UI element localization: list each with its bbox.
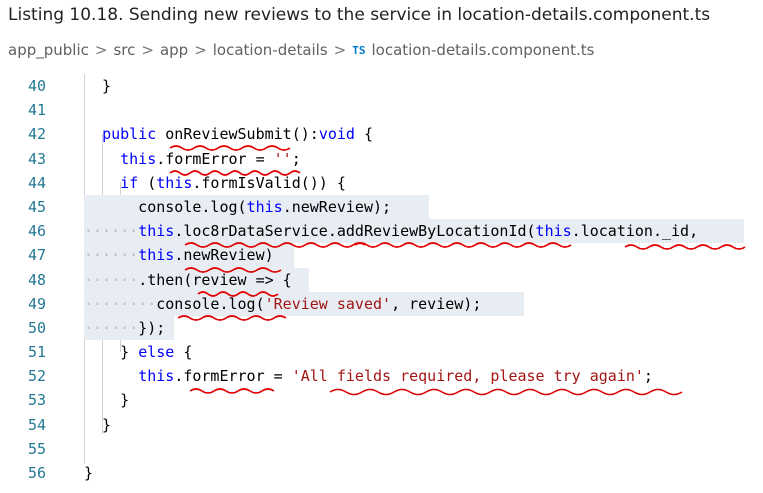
code-text: } xyxy=(84,464,94,482)
line-number: 42 xyxy=(27,125,46,144)
code-line: 42 public onReviewSubmit():void { xyxy=(0,122,763,146)
line-number: 55 xyxy=(27,439,46,458)
code-text: } xyxy=(84,77,112,95)
code-text: ········console.log('Review saved', revi… xyxy=(84,294,482,313)
code-text: ······.then(review => { xyxy=(84,270,292,289)
listing-caption: Listing 10.18. Sending new reviews to th… xyxy=(8,5,711,25)
code-line: 47 ······this.newReview) xyxy=(0,243,763,268)
line-number: 43 xyxy=(27,149,46,168)
code-text: ······this.newReview) xyxy=(84,246,274,265)
line-number: 41 xyxy=(27,101,46,120)
code-line: 50 ······}); xyxy=(0,315,763,341)
breadcrumb: app_public > src > app > location-detail… xyxy=(8,41,595,59)
line-number: 51 xyxy=(27,343,46,362)
code-line: 41 xyxy=(0,98,763,122)
line-number: 45 xyxy=(27,197,46,216)
code-text: public onReviewSubmit():void { xyxy=(102,125,373,144)
code-text: } else { xyxy=(84,343,193,362)
code-text: this.formError = 'All fields required, p… xyxy=(138,367,653,386)
code-line: 46 ······this.loc8rDataService.addReviewB… xyxy=(0,219,763,244)
code-line: 54 } xyxy=(0,413,763,437)
chevron-right-icon: > xyxy=(194,41,207,59)
breadcrumb-item-app[interactable]: app xyxy=(160,41,188,59)
typescript-file-icon: TS xyxy=(352,43,366,57)
code-line: 40 } xyxy=(0,74,763,98)
code-line: 51 } else { xyxy=(0,340,763,364)
chevron-right-icon: > xyxy=(94,41,108,59)
code-line: 56} xyxy=(0,461,763,485)
code-line: 55 xyxy=(0,437,763,461)
line-number: 52 xyxy=(27,367,46,386)
line-number: 49 xyxy=(27,294,46,313)
code-line: 43 this.formError = ''; xyxy=(0,147,763,171)
line-number: 40 xyxy=(27,77,46,95)
line-number: 44 xyxy=(27,173,46,192)
code-line: 44 if (this.formIsValid()) { xyxy=(0,171,763,195)
code-text: } xyxy=(84,391,130,410)
code-text: } xyxy=(84,415,112,434)
line-number: 46 xyxy=(27,222,46,241)
chevron-right-icon: > xyxy=(141,41,154,59)
code-text: if (this.formIsValid()) { xyxy=(120,173,346,192)
breadcrumb-item-location-details[interactable]: location-details xyxy=(213,41,328,59)
code-text: ······this.loc8rDataService.addReviewByL… xyxy=(84,222,699,241)
line-number: 56 xyxy=(27,464,46,482)
line-number: 48 xyxy=(27,270,46,289)
line-number: 47 xyxy=(27,246,46,265)
code-line: 48 ······.then(review => { xyxy=(0,267,763,292)
code-line: 45 console.log(this.newReview); xyxy=(0,194,763,220)
line-number: 53 xyxy=(27,391,46,410)
code-editor[interactable]: 40 } 41 42 public onReviewSubmit():void {4… xyxy=(0,74,763,485)
code-text: console.log(this.newReview); xyxy=(84,197,392,216)
code-text: ······}); xyxy=(84,318,166,337)
line-number: 54 xyxy=(27,415,46,434)
code-line: 53 } xyxy=(0,388,763,412)
code-text: this.formError = ''; xyxy=(120,149,301,168)
breadcrumb-item-src[interactable]: src xyxy=(113,41,135,59)
breadcrumb-file[interactable]: location-details.component.ts xyxy=(372,41,595,59)
code-line: 52 this.formError = 'All fields required… xyxy=(0,364,763,388)
line-number: 50 xyxy=(27,318,46,337)
code-line: 49 ········console.log('Review saved', re… xyxy=(0,291,763,317)
chevron-right-icon: > xyxy=(333,41,347,59)
breadcrumb-item-app-public[interactable]: app_public xyxy=(8,41,89,59)
